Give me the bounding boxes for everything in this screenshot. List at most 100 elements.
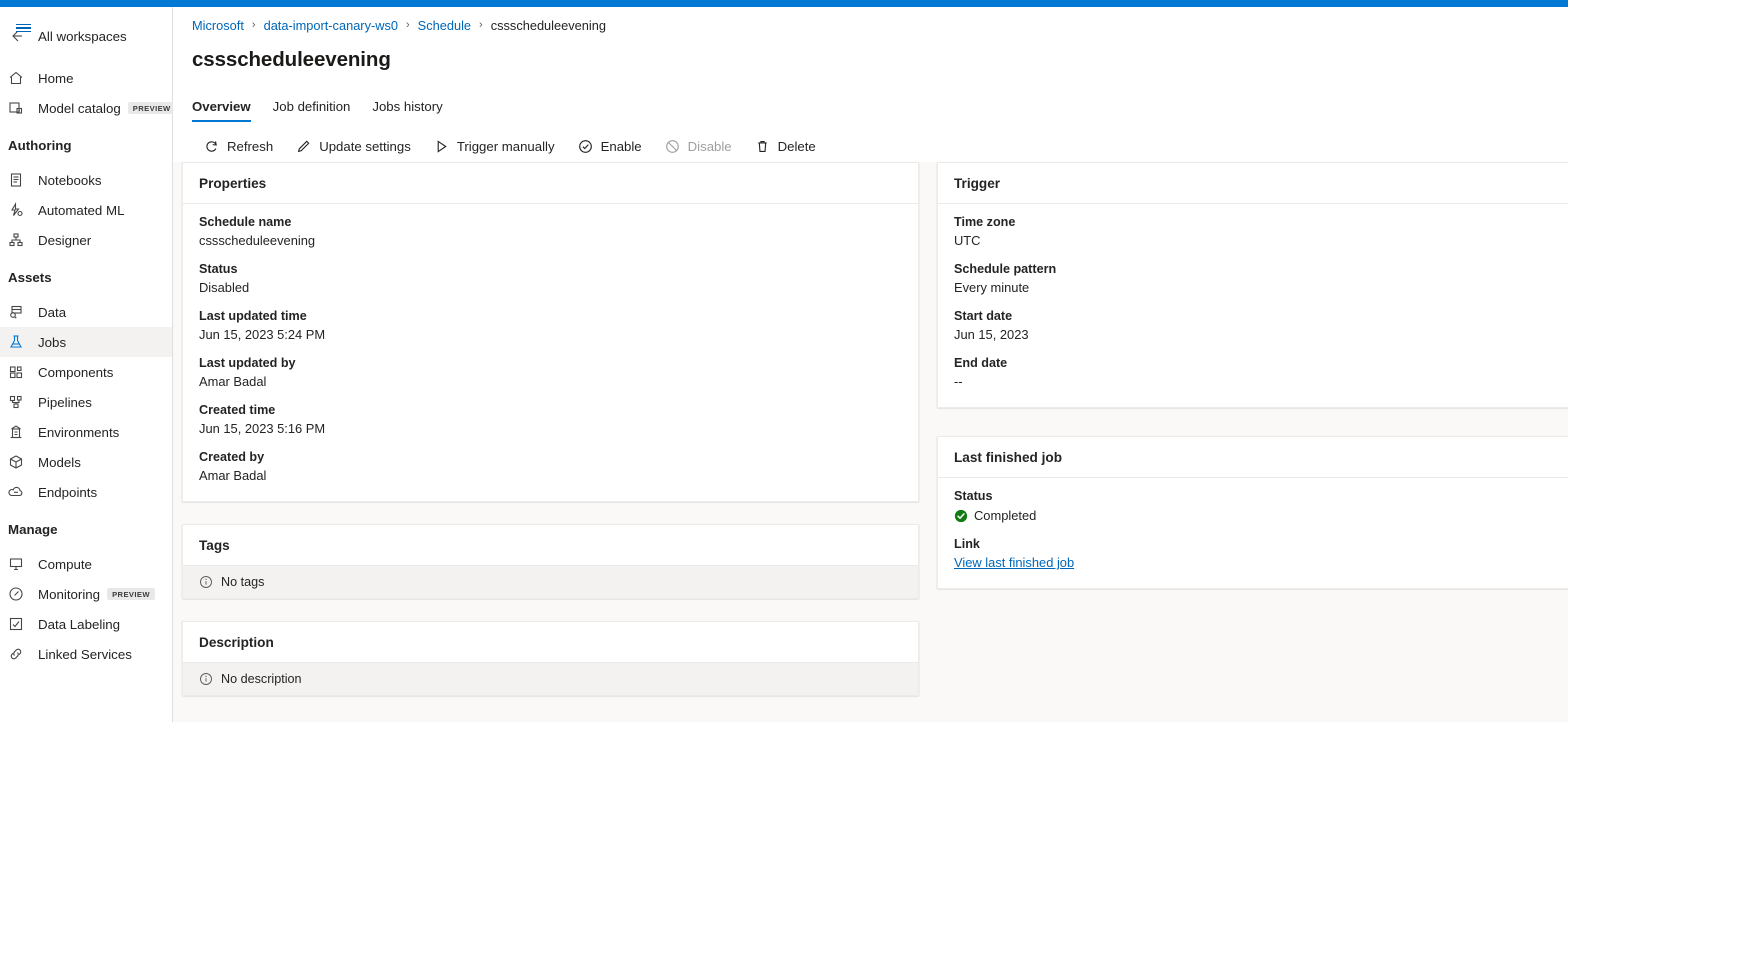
chevron-right-icon: › (252, 19, 256, 31)
sidebar-item-label: Home (38, 71, 73, 86)
sidebar-all-workspaces-label: All workspaces (38, 29, 127, 44)
command-toolbar: Refresh Update settings (173, 127, 1568, 167)
monitoring-gauge-icon (8, 586, 28, 602)
sidebar-item-data-labeling[interactable]: Data Labeling (0, 609, 172, 639)
breadcrumb-item-microsoft[interactable]: Microsoft (192, 18, 244, 33)
sidebar-item-jobs[interactable]: Jobs (0, 327, 172, 357)
sidebar-item-label: Notebooks (38, 173, 102, 188)
sidebar-item-automated-ml[interactable]: Automated ML (0, 195, 172, 225)
sidebar-item-linked-services[interactable]: Linked Services (0, 639, 172, 669)
tab-label: Job definition (273, 99, 351, 114)
left-column: Properties Schedule name cssscheduleeven… (182, 162, 919, 696)
sidebar-item-label: Designer (38, 233, 91, 248)
refresh-icon (203, 138, 220, 155)
sidebar-item-label: Jobs (38, 335, 66, 350)
sidebar-section-authoring: Authoring (0, 135, 172, 155)
tab-job-definition[interactable]: Job definition (262, 99, 362, 122)
sidebar-item-label: Endpoints (38, 485, 97, 500)
model-catalog-icon (8, 100, 28, 116)
sidebar-item-designer[interactable]: Designer (0, 225, 172, 255)
sidebar-item-model-catalog[interactable]: Model catalog Preview (0, 93, 172, 123)
breadcrumb: Microsoft › data-import-canary-ws0 › Sch… (173, 11, 1568, 39)
field-value: -- (954, 373, 1568, 391)
last-job-link-field: Link View last finished job (954, 536, 1568, 572)
update-settings-button[interactable]: Update settings (284, 131, 422, 163)
field-value: UTC (954, 232, 1568, 250)
app-root: All workspaces Home (0, 0, 1758, 978)
field-label: Schedule name (199, 214, 902, 231)
toolbar-label: Enable (601, 139, 642, 154)
left-sidebar: All workspaces Home (0, 7, 173, 722)
field-label: Status (954, 488, 1568, 505)
sidebar-item-label: Monitoring (38, 587, 100, 602)
tab-jobs-history[interactable]: Jobs history (361, 99, 453, 122)
trigger-manually-button[interactable]: Trigger manually (422, 131, 566, 163)
pencil-icon (295, 138, 312, 155)
last-job-card-body: Status Completed (938, 478, 1568, 588)
jobs-flask-icon (8, 334, 28, 350)
sidebar-item-compute[interactable]: Compute (0, 549, 172, 579)
view-last-finished-job-link[interactable]: View last finished job (954, 554, 1074, 572)
sidebar-item-endpoints[interactable]: Endpoints (0, 477, 172, 507)
toolbar-label: Delete (778, 139, 816, 154)
sidebar-item-label: Environments (38, 425, 119, 440)
info-circle-icon (199, 672, 213, 686)
sidebar-item-components[interactable]: Components (0, 357, 172, 387)
enable-button[interactable]: Enable (566, 131, 653, 163)
field-value: cssscheduleevening (199, 232, 902, 250)
sidebar-item-label: Components (38, 365, 113, 380)
breadcrumb-item-workspace[interactable]: data-import-canary-ws0 (264, 18, 398, 33)
sidebar-item-environments[interactable]: Environments (0, 417, 172, 447)
components-icon (8, 364, 28, 380)
sidebar-item-label: Models (38, 455, 81, 470)
notebook-icon (8, 172, 28, 188)
delete-button[interactable]: Delete (743, 131, 827, 163)
designer-icon (8, 232, 28, 248)
sidebar-item-monitoring[interactable]: Monitoring Preview (0, 579, 172, 609)
field-label: Start date (954, 308, 1568, 325)
trigger-field: Start date Jun 15, 2023 (954, 308, 1568, 344)
trigger-card-title: Trigger (938, 163, 1568, 204)
sidebar-section-assets: Assets (0, 267, 172, 287)
field-label: Time zone (954, 214, 1568, 231)
field-label: Link (954, 536, 1568, 553)
right-column: Trigger Time zone UTC Schedule pattern E… (937, 162, 1568, 589)
field-value: Disabled (199, 279, 902, 297)
sidebar-item-data[interactable]: Data (0, 297, 172, 327)
property-field: Schedule name cssscheduleevening (199, 214, 902, 250)
content-area: Microsoft › data-import-canary-ws0 › Sch… (173, 7, 1568, 722)
tab-label: Jobs history (372, 99, 442, 114)
sidebar-item-label: Model catalog (38, 101, 121, 116)
sidebar-item-label: Data (38, 305, 66, 320)
field-value: Amar Badal (199, 467, 902, 485)
properties-card-body: Schedule name cssscheduleevening Status … (183, 204, 918, 501)
home-icon (8, 70, 28, 86)
sidebar-item-label: Linked Services (38, 647, 132, 662)
automated-ml-icon (8, 202, 28, 218)
sidebar-item-label: Data Labeling (38, 617, 120, 632)
check-circle-filled-icon (954, 509, 968, 523)
toolbar-label: Trigger manually (457, 139, 555, 154)
refresh-button[interactable]: Refresh (192, 131, 284, 163)
description-empty-state: No description (183, 663, 918, 695)
sidebar-item-label: Automated ML (38, 203, 124, 218)
trigger-card-body: Time zone UTC Schedule pattern Every min… (938, 204, 1568, 407)
hamburger-icon[interactable] (8, 15, 38, 41)
description-card-title: Description (183, 622, 918, 663)
sidebar-item-home[interactable]: Home (0, 63, 172, 93)
toolbar-label: Update settings (319, 139, 411, 154)
cards-region: Properties Schedule name cssscheduleeven… (173, 162, 1568, 722)
sidebar-item-notebooks[interactable]: Notebooks (0, 165, 172, 195)
play-triangle-icon (433, 138, 450, 155)
browser-viewport: All workspaces Home (0, 7, 1568, 722)
field-value: Jun 15, 2023 (954, 326, 1568, 344)
toolbar-label: Refresh (227, 139, 273, 154)
tab-overview[interactable]: Overview (192, 99, 262, 122)
check-circle-icon (577, 138, 594, 155)
breadcrumb-item-schedule[interactable]: Schedule (418, 18, 471, 33)
sidebar-section-manage: Manage (0, 519, 172, 539)
sidebar-item-models[interactable]: Models (0, 447, 172, 477)
info-circle-icon (199, 575, 213, 589)
compute-monitor-icon (8, 556, 28, 572)
sidebar-item-pipelines[interactable]: Pipelines (0, 387, 172, 417)
